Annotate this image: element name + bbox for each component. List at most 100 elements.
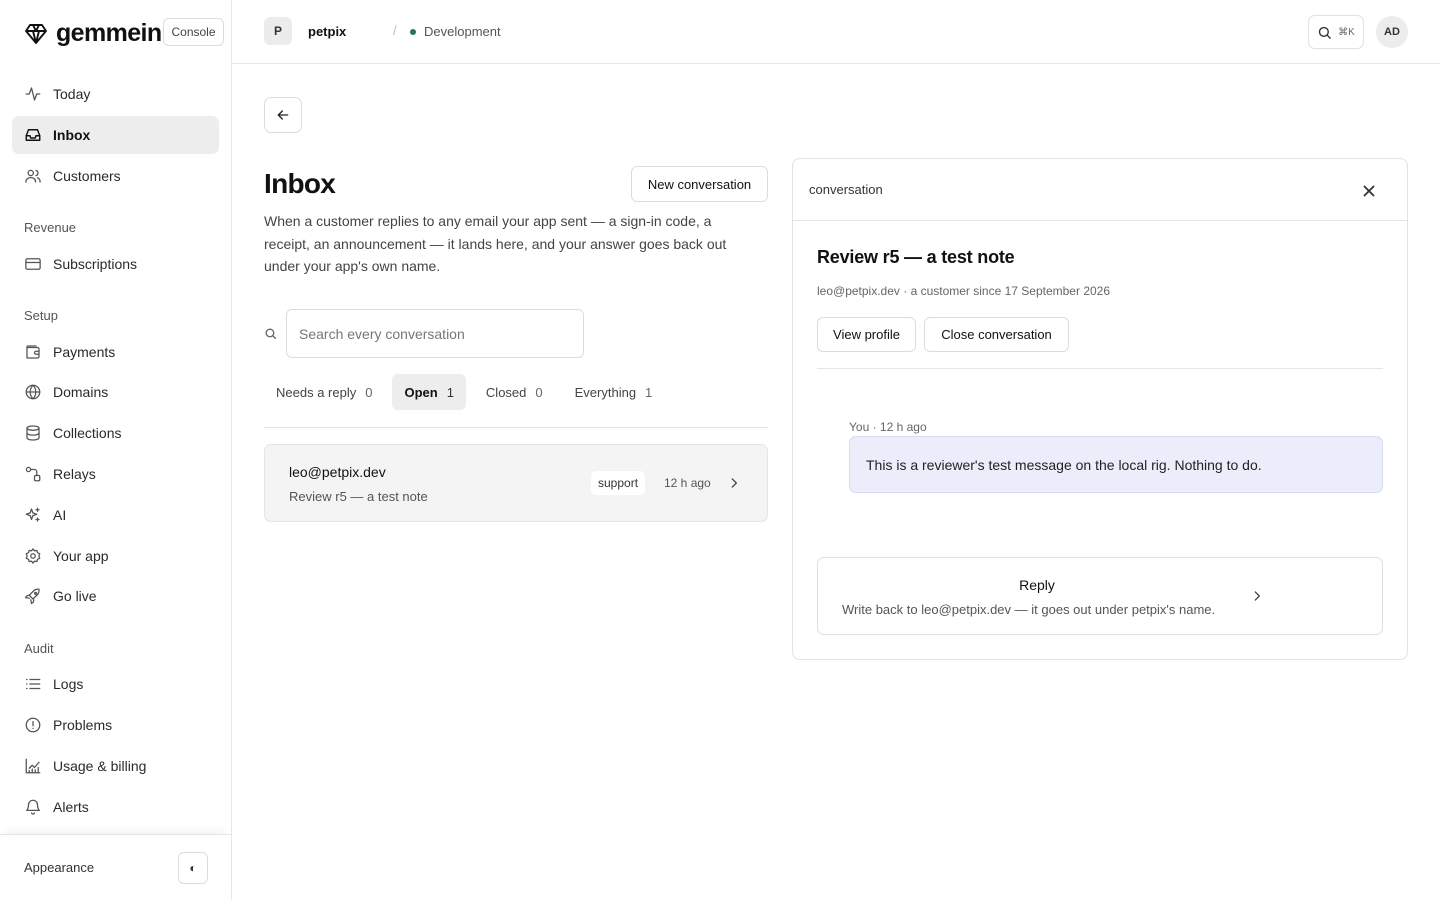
tab-label: Everything — [574, 384, 637, 400]
conversation-panel: conversation Review r5 — a test note leo… — [792, 158, 1408, 660]
conversation-time: 12 h ago — [664, 476, 711, 490]
sidebar-item-payments[interactable]: Payments — [12, 333, 219, 371]
message-body: This is a reviewer's test message on the… — [866, 456, 1262, 473]
contrast-icon: ◐ — [189, 861, 197, 875]
new-conversation-button[interactable]: New conversation — [631, 166, 768, 202]
sidebar-item-label: Relays — [53, 466, 96, 482]
user-avatar[interactable]: AD — [1376, 16, 1408, 48]
close-conversation-button[interactable]: Close conversation — [924, 317, 1069, 352]
page-title: Inbox — [264, 168, 336, 199]
conversation-subject: Review r5 — a test note — [289, 489, 428, 504]
sidebar-item-logs[interactable]: Logs — [12, 665, 219, 703]
sidebar-item-label: Your app — [53, 548, 109, 564]
close-icon[interactable] — [1360, 182, 1378, 200]
chart-icon — [25, 758, 41, 774]
tab-everything[interactable]: Everything 1 — [563, 374, 665, 410]
command-search-button[interactable]: ⌘K — [1308, 15, 1364, 49]
credit-card-icon — [25, 258, 41, 270]
list-icon — [25, 678, 41, 690]
brand[interactable]: gemmein — [24, 19, 162, 48]
theme-toggle-button[interactable]: ◐ — [178, 852, 208, 884]
divider — [793, 220, 1407, 221]
activity-icon — [25, 87, 41, 101]
sidebar-item-customers[interactable]: Customers — [12, 157, 219, 195]
message-meta: You · 12 h ago — [849, 420, 927, 434]
reply-title: Reply — [1019, 577, 1055, 593]
sidebar-item-relays[interactable]: Relays — [12, 455, 219, 493]
divider — [264, 427, 768, 428]
sidebar-item-today[interactable]: Today — [12, 75, 219, 113]
inbox-icon — [25, 129, 41, 141]
environment-switcher[interactable]: Development — [410, 24, 501, 39]
wallet-icon — [26, 345, 40, 359]
sidebar-item-your-app[interactable]: Your app — [12, 537, 219, 575]
gem-logo-icon — [25, 23, 47, 44]
sidebar-item-label: Inbox — [53, 127, 91, 143]
sidebar-item-inbox[interactable]: Inbox — [12, 116, 219, 154]
conversation-row[interactable]: leo@petpix.dev Review r5 — a test note s… — [264, 444, 768, 522]
sidebar-item-label: Alerts — [53, 799, 89, 815]
project-name[interactable]: petpix — [308, 24, 346, 39]
sidebar-item-label: Problems — [53, 717, 113, 733]
chevron-right-icon — [731, 478, 737, 488]
section-label-audit: Audit — [24, 641, 54, 656]
panel-header-label: conversation — [809, 182, 883, 197]
tab-label: Needs a reply — [276, 384, 357, 400]
view-profile-button[interactable]: View profile — [817, 317, 916, 352]
sidebar-footer: Appearance ◐ — [0, 834, 231, 900]
console-badge[interactable]: Console — [163, 18, 224, 46]
gear-icon — [25, 548, 41, 564]
conversation-search-input[interactable] — [286, 309, 584, 358]
back-button[interactable] — [264, 97, 302, 133]
tab-needs-a-reply[interactable]: Needs a reply 0 — [264, 374, 384, 410]
section-label-setup: Setup — [24, 308, 58, 323]
breadcrumb-separator: / — [393, 23, 397, 38]
sparkles-icon — [25, 507, 40, 522]
sidebar-item-problems[interactable]: Problems — [12, 706, 219, 744]
conversation-tag: support — [591, 471, 646, 495]
sidebar-item-alerts[interactable]: Alerts — [12, 788, 219, 826]
sidebar-item-go-live[interactable]: Go live — [12, 577, 219, 615]
sidebar-item-label: AI — [53, 507, 67, 523]
page-description: When a customer replies to any email you… — [264, 213, 727, 274]
appearance-label: Appearance — [24, 860, 95, 875]
tab-count: 1 — [645, 384, 653, 400]
tab-count: 1 — [446, 384, 454, 400]
database-icon — [26, 425, 40, 441]
environment-status-dot — [410, 28, 416, 35]
brand-name: gemmein — [56, 19, 162, 47]
sidebar-item-label: Customers — [53, 168, 121, 184]
search-icon — [1318, 26, 1331, 39]
tab-closed[interactable]: Closed 0 — [474, 374, 555, 410]
conversation-title: Review r5 — a test note — [817, 247, 1015, 267]
tab-count: 0 — [535, 384, 543, 400]
sidebar-item-label: Logs — [53, 676, 84, 692]
sidebar-item-subscriptions[interactable]: Subscriptions — [12, 245, 219, 283]
tab-count: 0 — [365, 384, 373, 400]
sidebar-item-label: Subscriptions — [53, 256, 138, 272]
chevron-right-icon — [1254, 591, 1260, 601]
sidebar-item-label: Today — [53, 86, 91, 102]
message-bubble: This is a reviewer's test message on the… — [849, 436, 1383, 493]
tab-label: Open — [404, 384, 438, 400]
bell-icon — [25, 799, 41, 815]
sidebar-item-label: Usage & billing — [53, 758, 147, 774]
reply-button[interactable]: Reply Write back to leo@petpix.dev — it … — [817, 557, 1383, 635]
sidebar-item-collections[interactable]: Collections — [12, 414, 219, 452]
sidebar-item-domains[interactable]: Domains — [12, 373, 219, 411]
arrow-left-icon — [277, 110, 289, 120]
sidebar-item-usage-billing[interactable]: Usage & billing — [12, 747, 219, 785]
tab-open[interactable]: Open 1 — [392, 374, 466, 410]
project-avatar[interactable]: P — [264, 17, 292, 45]
sidebar-item-label: Domains — [53, 384, 109, 400]
conversation-meta: leo@petpix.dev · a customer since 17 Sep… — [817, 284, 1111, 298]
environment-label: Development — [424, 24, 501, 39]
alert-circle-icon — [25, 717, 41, 733]
sidebar-item-ai[interactable]: AI — [12, 496, 219, 534]
sidebar-item-label: Go live — [53, 588, 97, 604]
divider — [817, 368, 1383, 369]
sidebar-item-label: Payments — [53, 344, 116, 360]
sidebar-item-label: Collections — [53, 425, 122, 441]
reply-subtitle: Write back to leo@petpix.dev — it goes o… — [842, 602, 1216, 617]
tab-label: Closed — [485, 384, 527, 400]
